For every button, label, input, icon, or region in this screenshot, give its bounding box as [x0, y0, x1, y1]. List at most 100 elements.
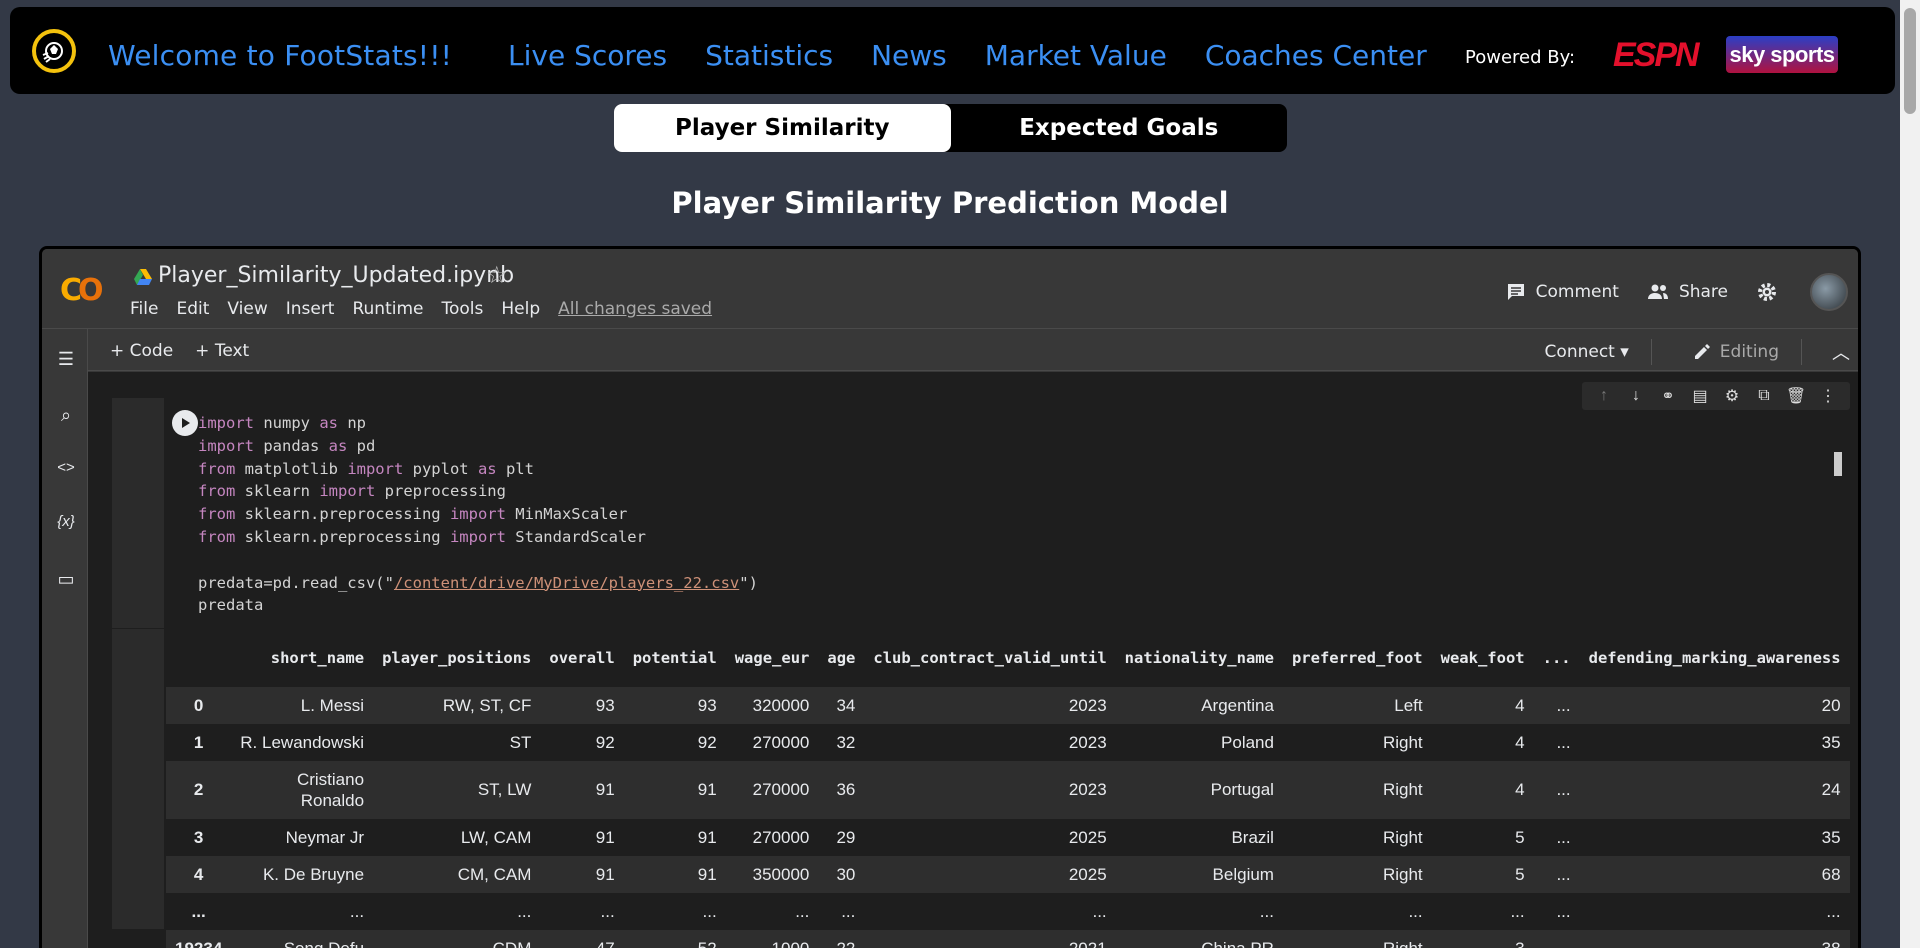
- code-cell-gutter: [112, 398, 164, 628]
- cell-output: short_name player_positions overall potenti…: [164, 629, 1858, 948]
- tab-player-similarity[interactable]: Player Similarity: [614, 104, 951, 152]
- espn-logo[interactable]: ESPN: [1613, 36, 1700, 75]
- table-cell: 2023: [1068, 780, 1107, 799]
- column-header: defending_marking_awareness: [1588, 649, 1841, 667]
- table-cell: ...: [1510, 901, 1525, 921]
- row-index: 19234: [175, 938, 223, 948]
- tab-expected-goals[interactable]: Expected Goals: [951, 104, 1288, 152]
- comment-label: Comment: [1535, 282, 1619, 302]
- welcome-title[interactable]: Welcome to FootStats!!!: [108, 39, 452, 72]
- column-header: weak_foot: [1440, 649, 1525, 667]
- code-keyword: as: [319, 414, 338, 432]
- menu-insert[interactable]: Insert: [286, 299, 335, 319]
- settings-button[interactable]: [1756, 281, 1788, 303]
- column-header: def: [1850, 629, 1858, 687]
- column-header: player_positions: [382, 649, 532, 667]
- move-up-icon[interactable]: ↑: [1588, 387, 1620, 405]
- share-button[interactable]: Share: [1647, 282, 1728, 302]
- mirror-cell-icon[interactable]: ⧉: [1748, 387, 1780, 405]
- table-cell: Right: [1382, 780, 1423, 799]
- nav-link-news[interactable]: News: [871, 39, 947, 72]
- menu-tools[interactable]: Tools: [442, 299, 484, 319]
- column-header: overall: [549, 649, 615, 667]
- table-cell: LW, CAM: [460, 827, 532, 847]
- google-drive-icon: [134, 269, 152, 285]
- column-header: ...: [1542, 649, 1571, 667]
- user-avatar[interactable]: [1810, 273, 1848, 311]
- top-navbar: Welcome to FootStats!!! Live Scores Stat…: [10, 7, 1895, 94]
- table-cell: 92: [697, 732, 717, 752]
- table-cell: Right: [1382, 938, 1423, 948]
- table-cell: 93: [697, 695, 717, 715]
- menu-runtime[interactable]: Runtime: [352, 299, 423, 319]
- code-token: StandardScaler: [505, 527, 646, 546]
- table-cell: 52: [697, 938, 717, 948]
- link-icon[interactable]: ⚭: [1652, 386, 1684, 406]
- code-cell-editor[interactable]: import numpy as np import pandas as pd fro…: [164, 398, 1858, 628]
- table-cell: Left: [1394, 695, 1423, 715]
- table-cell: Right: [1382, 827, 1423, 847]
- table-cell: 5: [1515, 827, 1525, 847]
- table-cell: Belgium: [1212, 864, 1274, 884]
- search-icon[interactable]: ⌕: [55, 405, 77, 426]
- connect-button[interactable]: Connect ▾: [1545, 342, 1629, 362]
- menu-file[interactable]: File: [130, 299, 158, 319]
- table-cell: 270000: [752, 732, 810, 752]
- page-scrollbar-thumb[interactable]: [1904, 8, 1916, 114]
- collapse-header-icon[interactable]: ︿: [1832, 339, 1850, 365]
- table-cell: 34: [836, 695, 856, 715]
- code-scrollbar[interactable]: [1834, 452, 1842, 476]
- page-scrollbar[interactable]: [1900, 0, 1920, 948]
- delete-cell-icon[interactable]: 🗑: [1780, 386, 1812, 406]
- code-keyword: import: [449, 505, 506, 524]
- nav-link-statistics[interactable]: Statistics: [705, 39, 833, 72]
- table-cell: 68: [1821, 864, 1841, 884]
- row-index: 4: [193, 864, 204, 884]
- table-cell: ...: [1556, 695, 1571, 715]
- table-of-contents-icon[interactable]: ☰: [55, 349, 77, 370]
- colab-sidebar: ☰ ⌕ <> {x} ▭: [42, 329, 88, 948]
- share-people-icon: [1647, 284, 1668, 299]
- run-cell-button[interactable]: [172, 410, 198, 436]
- notebook-toolbar: + Code + Text Connect ▾ Editing ︿: [88, 329, 1858, 371]
- variables-icon[interactable]: {x}: [55, 513, 77, 530]
- header-actions: Comment Share: [1478, 273, 1848, 311]
- menu-view[interactable]: View: [227, 299, 267, 319]
- save-status[interactable]: All changes saved: [558, 299, 712, 319]
- menu-help[interactable]: Help: [501, 299, 540, 319]
- code-keyword: as: [477, 459, 497, 478]
- menu-edit[interactable]: Edit: [176, 299, 209, 319]
- colab-logo[interactable]: CO: [60, 273, 103, 308]
- table-cell: CDM: [492, 938, 532, 948]
- cell-settings-icon[interactable]: ⚙: [1716, 386, 1748, 406]
- table-cell: ...: [1556, 864, 1571, 884]
- code-keyword: from: [198, 459, 236, 478]
- editing-mode-button[interactable]: Editing: [1692, 342, 1779, 362]
- nav-link-market-value[interactable]: Market Value: [985, 39, 1167, 72]
- nav-link-live-scores[interactable]: Live Scores: [508, 39, 667, 72]
- pencil-icon: [1694, 344, 1710, 359]
- nav-link-coaches-center[interactable]: Coaches Center: [1205, 39, 1427, 72]
- table-cell: 38: [1821, 938, 1841, 948]
- code-line: from matplotlib import pyplot as plt: [198, 460, 1858, 483]
- code-snippets-icon[interactable]: <>: [55, 459, 77, 476]
- table-cell: 270000: [752, 827, 810, 847]
- sky-sports-logo[interactable]: sky sports: [1726, 36, 1838, 73]
- colab-header: CO Player_Similarity_Updated.ipynb ☆ Fil…: [42, 249, 1858, 329]
- table-row: 3 Neymar Jr LW, CAM 91 91 270000 29 2025 Brazil R…: [166, 819, 1858, 856]
- table-cell: China PR: [1201, 938, 1274, 948]
- comment-cell-icon[interactable]: ▤: [1684, 386, 1716, 406]
- move-down-icon[interactable]: ↓: [1620, 387, 1652, 405]
- footstats-logo-icon[interactable]: [32, 29, 76, 73]
- folder-icon[interactable]: ▭: [55, 569, 77, 590]
- table-cell: 32: [836, 732, 856, 752]
- star-icon[interactable]: ☆: [486, 261, 508, 290]
- comment-button[interactable]: Comment: [1506, 282, 1619, 302]
- add-code-button[interactable]: + Code: [110, 341, 173, 361]
- column-header: short_name: [270, 649, 365, 667]
- column-header: [166, 629, 231, 687]
- notebook-title[interactable]: Player_Similarity_Updated.ipynb: [158, 263, 514, 288]
- add-text-button[interactable]: + Text: [195, 341, 249, 361]
- more-options-icon[interactable]: ⋮: [1812, 386, 1844, 406]
